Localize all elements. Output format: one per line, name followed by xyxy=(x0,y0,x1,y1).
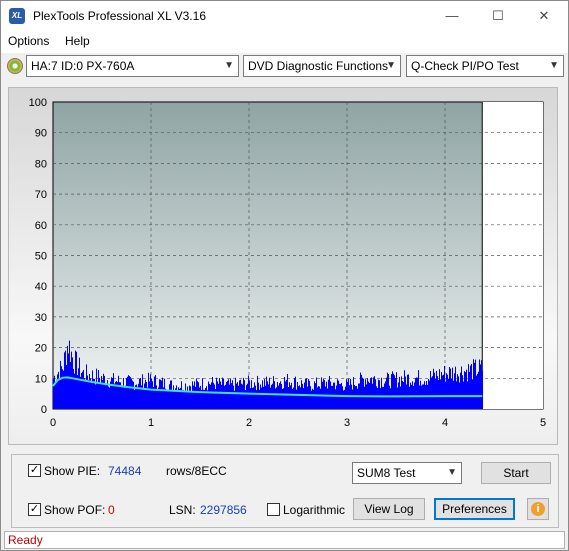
view-log-button[interactable]: View Log xyxy=(353,498,425,520)
y-tick-label: 20 xyxy=(35,343,47,355)
disc-drive-icon xyxy=(7,58,23,74)
view-log-button-label: View Log xyxy=(364,502,414,516)
sum-test-value: SUM8 Test xyxy=(357,466,416,480)
close-icon[interactable]: ✕ xyxy=(521,1,567,31)
title-bar[interactable]: XL PlexTools Professional XL V3.16 — ☐ ✕ xyxy=(1,1,568,31)
maximize-icon[interactable]: ☐ xyxy=(475,1,521,31)
show-pie-label: Show PIE: xyxy=(44,464,101,478)
status-bar: Ready xyxy=(4,531,565,549)
x-tick-label: 2 xyxy=(246,417,252,429)
drive-select[interactable]: HA:7 ID:0 PX-760A ▼ xyxy=(26,55,239,77)
show-pie-checkbox[interactable]: ✓ xyxy=(28,464,41,477)
preferences-button-label: Preferences xyxy=(442,502,507,516)
x-tick-label: 3 xyxy=(344,417,350,429)
y-tick-label: 70 xyxy=(35,189,47,201)
x-tick-label: 1 xyxy=(148,417,154,429)
x-tick-label: 5 xyxy=(540,417,546,429)
drive-select-value: HA:7 ID:0 PX-760A xyxy=(31,59,135,73)
show-pof-label: Show POF: xyxy=(44,503,106,517)
chevron-down-icon: ▼ xyxy=(386,60,396,71)
y-tick-label: 60 xyxy=(35,220,47,232)
x-tick-label: 0 xyxy=(50,417,56,429)
y-tick-label: 40 xyxy=(35,281,47,293)
logarithmic-checkbox[interactable] xyxy=(267,503,280,516)
app-logo-icon: XL xyxy=(9,8,25,24)
show-pof-checkbox[interactable]: ✓ xyxy=(28,503,41,516)
status-text: Ready xyxy=(8,533,43,547)
test-select[interactable]: Q-Check PI/PO Test ▼ xyxy=(406,55,564,77)
y-tick-label: 90 xyxy=(35,128,47,140)
minimize-icon[interactable]: — xyxy=(429,1,475,31)
y-tick-label: 0 xyxy=(41,404,47,416)
pie-value: 74484 xyxy=(108,464,142,478)
chevron-down-icon: ▼ xyxy=(549,60,559,71)
menu-help[interactable]: Help xyxy=(65,34,90,48)
x-tick-label: 4 xyxy=(442,417,448,429)
lsn-value: 2297856 xyxy=(200,503,247,517)
lsn-label: LSN: xyxy=(169,503,196,517)
main-window: XL PlexTools Professional XL V3.16 — ☐ ✕… xyxy=(0,0,569,551)
window-title: PlexTools Professional XL V3.16 xyxy=(33,9,206,23)
info-button[interactable]: i xyxy=(527,498,549,520)
function-select-value: DVD Diagnostic Functions xyxy=(248,59,389,73)
menu-options[interactable]: Options xyxy=(8,34,49,48)
info-icon: i xyxy=(531,502,545,516)
chevron-down-icon: ▼ xyxy=(447,467,457,478)
pof-value: 0 xyxy=(108,503,115,517)
logarithmic-label: Logarithmic xyxy=(283,503,346,517)
menu-bar: Options Help xyxy=(1,31,568,53)
pie-unit: rows/8ECC xyxy=(166,464,227,478)
y-tick-label: 50 xyxy=(35,251,47,263)
start-button-label: Start xyxy=(503,466,529,480)
sum-test-select[interactable]: SUM8 Test ▼ xyxy=(352,462,462,484)
chevron-down-icon: ▼ xyxy=(224,60,234,71)
start-button[interactable]: Start xyxy=(481,462,551,484)
function-select[interactable]: DVD Diagnostic Functions ▼ xyxy=(243,55,401,77)
y-tick-label: 30 xyxy=(35,312,47,324)
y-tick-label: 100 xyxy=(29,97,47,109)
test-select-value: Q-Check PI/PO Test xyxy=(411,59,519,73)
preferences-button[interactable]: Preferences xyxy=(434,498,515,520)
y-tick-label: 10 xyxy=(35,373,47,385)
pi-po-chart: 0 10 20 30 40 50 60 70 80 90 100 0 1 2 3 4 5 xyxy=(29,97,546,429)
y-tick-label: 80 xyxy=(35,158,47,170)
